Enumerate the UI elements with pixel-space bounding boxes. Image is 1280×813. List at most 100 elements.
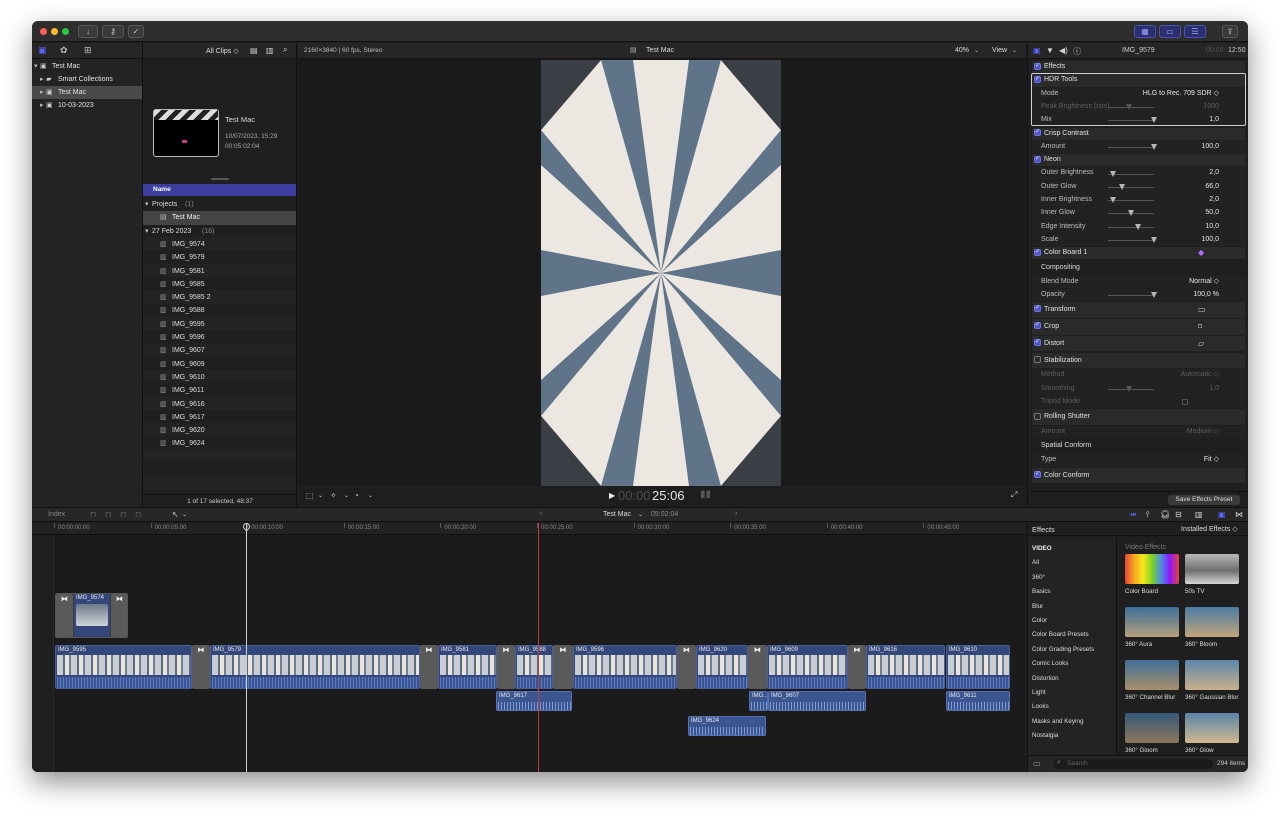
color-inspector-tab-icon[interactable]: ▼ xyxy=(1046,46,1054,55)
category-item[interactable]: Light xyxy=(1032,689,1046,696)
param-row-edge-intensity[interactable]: Edge Intensity 10,0 xyxy=(1032,220,1245,233)
connected-audio-clip[interactable]: IMG_9607 xyxy=(768,691,866,711)
clip-appearance-icon[interactable]: ▤ xyxy=(250,46,258,55)
project-thumbnail[interactable] xyxy=(153,109,219,157)
solo-icon[interactable]: 🎧︎ xyxy=(1160,510,1170,519)
param-row-amount[interactable]: Amount 100,0 xyxy=(1032,140,1245,154)
sidebar-item-smart-collections[interactable]: ▸ ▰ Smart Collections xyxy=(32,73,142,86)
zoom-window-button[interactable] xyxy=(62,28,69,35)
effects-filter-popup[interactable]: Installed Effects ◇ xyxy=(1181,525,1238,533)
param-row-blend-mode[interactable]: Blend Mode Normal ◇ xyxy=(1032,275,1245,288)
overwrite-clip-icon[interactable]: ⊓ xyxy=(135,510,141,519)
list-item[interactable]: ▥ IMG_9609 xyxy=(143,358,296,371)
param-row-opacity[interactable]: Opacity 100,0 % xyxy=(1032,288,1245,302)
transition[interactable] xyxy=(192,645,210,689)
timeline-clip[interactable]: IMG_9588 xyxy=(515,645,553,689)
video-inspector-tab-icon[interactable]: ▣ xyxy=(1033,46,1041,55)
filmstrip-icon[interactable]: ▥ xyxy=(266,46,274,55)
disclosure-arrow-icon[interactable]: ▸ xyxy=(40,99,44,112)
effect-item[interactable]: 360° Aura xyxy=(1125,607,1183,659)
param-value[interactable]: 2,0 xyxy=(1209,194,1219,206)
snapping-icon[interactable]: ⊟ xyxy=(1175,510,1182,519)
list-item[interactable]: ▥ IMG_9579 xyxy=(143,251,296,264)
transition[interactable] xyxy=(748,645,767,689)
slider-knob[interactable] xyxy=(1118,183,1125,190)
param-row-inner-brightness[interactable]: Inner Brightness 2,0 xyxy=(1032,194,1245,207)
insert-clip-icon[interactable]: ⊓ xyxy=(105,510,111,519)
connected-audio-clip[interactable]: IMG_9617 xyxy=(496,691,572,711)
section-row-crisp-contrast[interactable]: ✓ Crisp Contrast xyxy=(1032,127,1245,140)
timeline-ruler[interactable]: 00:00:00:00 00:00:05:00 00:00:10:00 00:00:1… xyxy=(32,523,1026,535)
skimming-icon[interactable]: ⇹ xyxy=(1130,510,1137,519)
disclosure-arrow-icon[interactable]: ▸ xyxy=(40,73,44,86)
show-browser-button[interactable]: ▦ xyxy=(1134,25,1156,38)
list-item[interactable]: ▥ IMG_9611 xyxy=(143,384,296,397)
section-row-distort[interactable]: ✓ Distort ▱ xyxy=(1032,335,1245,352)
connected-audio-clip[interactable]: IMG... xyxy=(749,691,768,711)
info-inspector-tab-icon[interactable]: ⓘ xyxy=(1073,46,1081,57)
slider-knob[interactable] xyxy=(1109,197,1116,204)
transition[interactable] xyxy=(420,645,438,689)
slider-knob[interactable] xyxy=(1128,210,1134,217)
param-row-inner-glow[interactable]: Inner Glow 50,0 xyxy=(1032,207,1245,220)
transition[interactable] xyxy=(111,594,127,637)
checkbox[interactable]: ✓ xyxy=(1034,75,1041,83)
distort-icon[interactable]: ▱ xyxy=(1198,336,1204,352)
timeline-clip[interactable]: IMG_9581 xyxy=(438,645,497,689)
transform-icon[interactable]: ▭ xyxy=(1198,302,1206,318)
list-item[interactable]: ▥ IMG_9581 xyxy=(143,265,296,278)
select-tool-icon[interactable]: ↖ xyxy=(172,510,179,519)
checkbox[interactable]: ✓ xyxy=(1034,62,1041,70)
transition[interactable] xyxy=(677,645,696,689)
sidebar-item-10-03-2023[interactable]: ▸ ▣ 10-03-2023 xyxy=(32,99,142,112)
slider-knob[interactable] xyxy=(1151,237,1157,244)
section-row-color-board-1[interactable]: ✓ Color Board 1 ◆ xyxy=(1032,247,1245,260)
param-value[interactable]: 100,0 xyxy=(1201,234,1219,246)
category-item[interactable]: 360° xyxy=(1032,574,1045,581)
connected-audio-clip[interactable]: IMG_9611 xyxy=(946,691,1010,711)
photos-audio-tab-icon[interactable]: ✿ xyxy=(60,45,68,56)
show-inspector-button[interactable]: ☰ xyxy=(1184,25,1206,38)
import-button[interactable]: ↓ xyxy=(78,25,98,38)
playhead-line[interactable] xyxy=(538,523,539,772)
param-value[interactable]: Normal ◇ xyxy=(1189,276,1219,288)
append-clip-icon[interactable]: ⊓ xyxy=(120,510,126,519)
param-slider[interactable] xyxy=(1108,183,1154,190)
transition[interactable] xyxy=(56,594,73,637)
effects-browser-toggle-icon[interactable]: ▣ xyxy=(1218,510,1226,519)
timeline-project-name[interactable]: Test Mac xyxy=(603,511,631,518)
effects-search-field[interactable]: ⌕ Search xyxy=(1053,759,1213,769)
category-item[interactable]: Looks xyxy=(1032,703,1049,710)
param-slider[interactable] xyxy=(1108,237,1157,244)
param-value[interactable]: 1,0 xyxy=(1209,114,1219,126)
effect-item[interactable]: Color Board xyxy=(1125,554,1183,606)
param-slider[interactable] xyxy=(1108,197,1154,204)
slider-knob[interactable] xyxy=(1151,143,1157,150)
param-value[interactable]: Fit ◇ xyxy=(1204,454,1219,466)
slider-knob[interactable] xyxy=(1151,117,1157,124)
category-item[interactable]: Comic Looks xyxy=(1032,660,1068,667)
projects-group[interactable]: ▾ Projects (1) xyxy=(143,198,296,211)
sidebar-item-test-mac[interactable]: ▾ ▣ Test Mac xyxy=(32,60,142,73)
param-value[interactable]: 50,0 xyxy=(1205,207,1219,219)
category-item[interactable]: Nostalgia xyxy=(1032,732,1058,739)
history-forward-icon[interactable]: › xyxy=(735,510,737,517)
param-slider[interactable] xyxy=(1108,385,1154,392)
resize-handle[interactable] xyxy=(211,178,229,180)
slider-knob[interactable] xyxy=(1151,291,1157,298)
play-button[interactable]: ▶ xyxy=(609,491,615,500)
param-slider[interactable] xyxy=(1108,117,1157,124)
param-row-mode[interactable]: Mode HLG to Rec. 709 SDR ◇ xyxy=(1032,87,1245,100)
list-item[interactable]: ▥ IMG_9620 xyxy=(143,424,296,437)
color-board-icon[interactable]: ◆ xyxy=(1198,247,1204,259)
keyword-button[interactable]: ⚷ xyxy=(102,25,124,38)
category-item[interactable]: Blur xyxy=(1032,603,1043,610)
date-group[interactable]: ▾ 27 Feb 2023 (16) xyxy=(143,225,296,238)
param-row-tripod-mode[interactable]: Tripod Mode xyxy=(1032,395,1245,409)
project-item[interactable]: ▤ Test Mac xyxy=(143,211,296,225)
param-row-amount[interactable]: Amount Medium ◇ xyxy=(1032,426,1245,439)
section-row-neon[interactable]: ✓ Neon xyxy=(1032,154,1245,167)
param-row-scale[interactable]: Scale 100,0 xyxy=(1032,233,1245,247)
sidebar-toggle-icon[interactable]: ▭ xyxy=(1033,759,1041,768)
minimize-window-button[interactable] xyxy=(51,28,58,35)
